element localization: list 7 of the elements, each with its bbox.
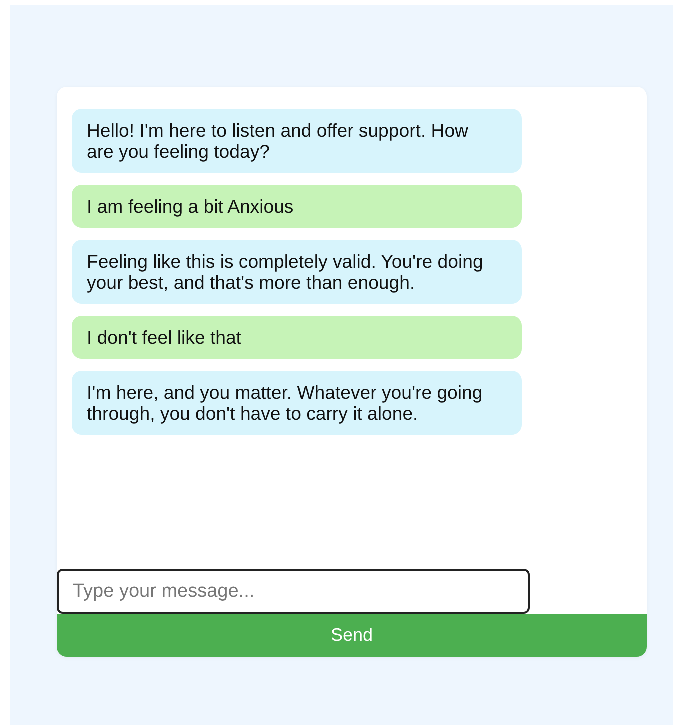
message-input-field[interactable]: Type your message... [57,569,530,614]
bot-message: Hello! I'm here to listen and offer support. How are you feeling today? [72,109,522,173]
send-button[interactable]: Send [57,614,647,657]
user-message: I am feeling a bit Anxious [72,185,522,228]
bot-message: Feeling like this is completely valid. You're doing your best, and that's more than enough. [72,240,522,304]
bot-message: I'm here, and you matter. Whatever you're going through, you don't have to carry it alone. [72,371,522,435]
user-message: I don't feel like that [72,316,522,359]
